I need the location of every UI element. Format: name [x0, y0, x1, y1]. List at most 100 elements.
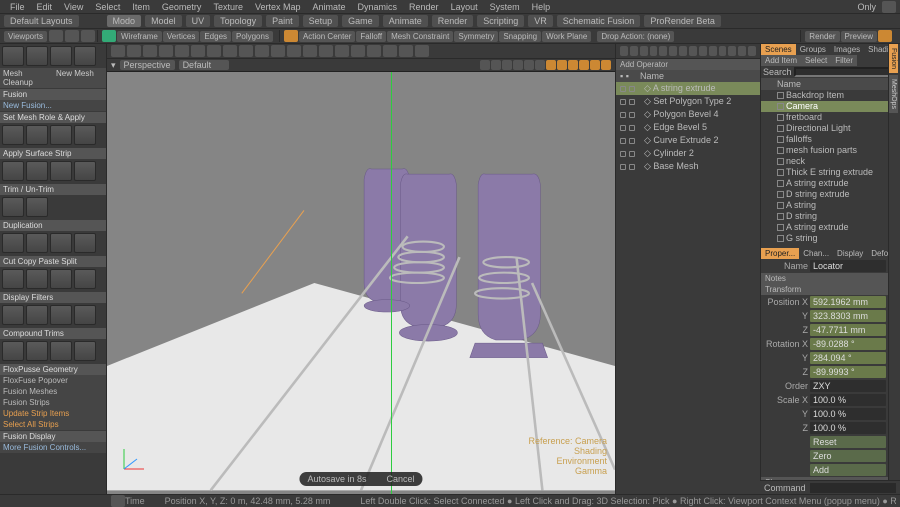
reset-btn[interactable]: Reset: [810, 436, 886, 448]
action-center-btn[interactable]: Action Center: [299, 31, 355, 42]
vp-option-icon[interactable]: [513, 60, 523, 70]
tool-tile[interactable]: [2, 161, 24, 181]
tb-icon[interactable]: [223, 45, 237, 57]
tool-tile[interactable]: [2, 197, 24, 217]
tb-icon[interactable]: [49, 30, 63, 42]
tb-icon[interactable]: [351, 45, 365, 57]
symmetry-btn[interactable]: Symmetry: [454, 31, 498, 42]
tb-icon[interactable]: [335, 45, 349, 57]
tool-tile[interactable]: [2, 46, 24, 66]
tab[interactable]: Proper...: [761, 248, 799, 259]
scene-item[interactable]: Directional Light: [761, 123, 888, 134]
scale-x-field[interactable]: 100.0 %: [810, 394, 886, 406]
tool-tile[interactable]: [50, 125, 72, 145]
menu-item[interactable]: Edit: [31, 2, 59, 12]
pos-y-field[interactable]: 323.8303 mm: [810, 310, 886, 322]
edges-btn[interactable]: Edges: [200, 31, 231, 42]
scene-item[interactable]: Backdrop Item: [761, 90, 888, 101]
layout-tab[interactable]: Render: [432, 15, 474, 27]
mesh-constraint-btn[interactable]: Mesh Constraint: [387, 31, 453, 42]
section-item[interactable]: Update Strip Items: [0, 408, 106, 419]
tb-icon[interactable]: [81, 30, 95, 42]
menu-item[interactable]: Select: [89, 2, 126, 12]
pos-x-field[interactable]: 592.1962 mm: [810, 296, 886, 308]
tb-icon[interactable]: [728, 46, 736, 56]
tool-tile[interactable]: [50, 269, 72, 289]
tab[interactable]: Display: [833, 248, 867, 259]
tool-tile[interactable]: [50, 161, 72, 181]
order-field[interactable]: ZXY: [810, 380, 886, 392]
menu-item[interactable]: Geometry: [156, 2, 208, 12]
op-item[interactable]: ◇ Set Polygon Type 2: [616, 95, 760, 108]
tb-icon[interactable]: [689, 46, 697, 56]
op-item[interactable]: ◇ Edge Bevel 5: [616, 121, 760, 134]
add-operator-btn[interactable]: Add Operator: [616, 59, 760, 70]
action-icon[interactable]: [284, 30, 298, 42]
tb-icon[interactable]: [415, 45, 429, 57]
scene-item[interactable]: G string: [761, 233, 888, 244]
render-btn[interactable]: Render: [805, 31, 839, 42]
rot-z-field[interactable]: -89.9993 °: [810, 366, 886, 378]
tb-icon[interactable]: [159, 45, 173, 57]
vp-option-icon[interactable]: [590, 60, 600, 70]
tb-icon[interactable]: [143, 45, 157, 57]
tb-icon[interactable]: [738, 46, 746, 56]
tb-icon[interactable]: [620, 46, 628, 56]
pos-z-field[interactable]: -47.7711 mm: [810, 324, 886, 336]
item-tree[interactable]: Backdrop Item Camera fretboard Direction…: [761, 90, 888, 244]
layout-tab[interactable]: UV: [186, 15, 211, 27]
op-item[interactable]: ◇ Base Mesh: [616, 160, 760, 173]
time-icon[interactable]: [111, 495, 125, 507]
scene-item[interactable]: A string extrude: [761, 178, 888, 189]
tb-icon[interactable]: [399, 45, 413, 57]
tab[interactable]: Chan...: [799, 248, 833, 259]
tool-label[interactable]: Mesh Cleanup: [0, 68, 53, 88]
tool-tile[interactable]: [74, 233, 96, 253]
tool-tile[interactable]: [2, 269, 24, 289]
tb-icon[interactable]: [709, 46, 717, 56]
layout-tab[interactable]: ProRender Beta: [644, 15, 721, 27]
tb-icon[interactable]: [111, 45, 125, 57]
menu-item[interactable]: Help: [526, 2, 557, 12]
viewports-btn[interactable]: Viewports: [4, 31, 47, 42]
scene-item[interactable]: mesh fusion parts: [761, 145, 888, 156]
tb-icon[interactable]: [630, 46, 638, 56]
tab[interactable]: Shading: [864, 44, 888, 55]
tool-label[interactable]: New Mesh: [53, 68, 106, 88]
add-btn[interactable]: Add: [810, 464, 886, 476]
tool-tile[interactable]: [50, 305, 72, 325]
vp-menu-icon[interactable]: ▾: [111, 60, 116, 71]
menu-item[interactable]: System: [484, 2, 526, 12]
tool-tile[interactable]: [2, 233, 24, 253]
tab[interactable]: Images: [830, 44, 864, 55]
tb-icon[interactable]: [65, 30, 79, 42]
tool-tile[interactable]: [74, 305, 96, 325]
scene-item[interactable]: D string extrude: [761, 189, 888, 200]
scene-item[interactable]: Thick E string extrude: [761, 167, 888, 178]
tb-icon[interactable]: [719, 46, 727, 56]
menu-item[interactable]: View: [58, 2, 89, 12]
zero-btn[interactable]: Zero: [810, 450, 886, 462]
scene-item[interactable]: D string: [761, 211, 888, 222]
viewport-shading[interactable]: Default: [179, 60, 229, 70]
vp-option-icon[interactable]: [524, 60, 534, 70]
vp-option-icon[interactable]: [491, 60, 501, 70]
vp-option-icon[interactable]: [568, 60, 578, 70]
transform-header[interactable]: Transform: [761, 284, 888, 295]
tool-tile[interactable]: [2, 341, 24, 361]
scene-item[interactable]: A string extrude: [761, 222, 888, 233]
sub-btn[interactable]: Filter: [831, 55, 857, 66]
tb-icon[interactable]: [748, 46, 756, 56]
tool-tile[interactable]: [50, 341, 72, 361]
tool-tile[interactable]: [74, 161, 96, 181]
falloff-btn[interactable]: Falloff: [356, 31, 386, 42]
command-input[interactable]: [810, 483, 896, 493]
section-item[interactable]: More Fusion Controls...: [0, 442, 106, 453]
tool-tile[interactable]: [50, 46, 72, 66]
tool-tile[interactable]: [26, 197, 48, 217]
scene-item[interactable]: Camera: [761, 101, 888, 112]
tb-icon[interactable]: [175, 45, 189, 57]
viewport-type[interactable]: Perspective: [120, 60, 175, 70]
tool-tile[interactable]: [26, 341, 48, 361]
layout-tab[interactable]: Game: [342, 15, 379, 27]
